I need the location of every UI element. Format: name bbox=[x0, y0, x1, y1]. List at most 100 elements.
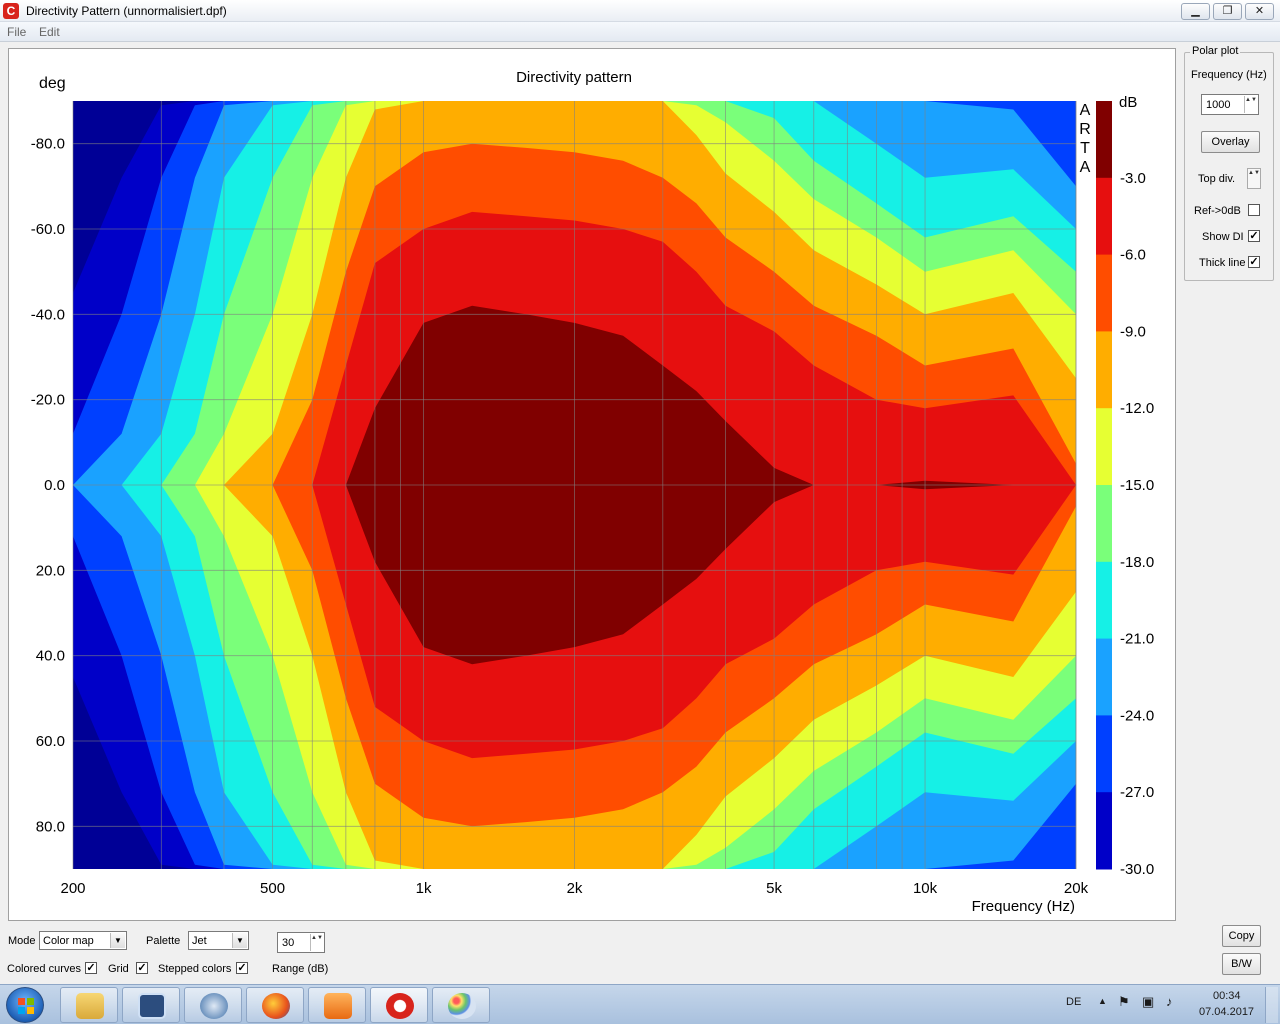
mode-label: Mode bbox=[8, 935, 36, 947]
thick-line-label: Thick line bbox=[1199, 257, 1246, 269]
start-button[interactable] bbox=[6, 987, 44, 1023]
palette-value: Jet bbox=[192, 935, 207, 947]
y-tick-label: -80.0 bbox=[31, 136, 65, 153]
menu-file[interactable]: File bbox=[7, 25, 26, 39]
media-player-icon bbox=[324, 993, 352, 1019]
y-tick-label: 80.0 bbox=[36, 818, 65, 835]
thunderbird-icon bbox=[200, 993, 228, 1019]
taskbar: DE ▲ ⚑ ▣ ♪ 00:34 07.04.2017 bbox=[0, 984, 1280, 1024]
arta-icon bbox=[386, 993, 414, 1019]
frequency-spin-arrows-icon[interactable]: ▲▼ bbox=[1244, 96, 1257, 113]
colorbar-swatch bbox=[1096, 101, 1112, 179]
colorbar-swatch bbox=[1096, 715, 1112, 793]
language-indicator[interactable]: DE bbox=[1066, 996, 1081, 1008]
frequency-label: Frequency (Hz) bbox=[1191, 69, 1267, 81]
title-bar: C Directivity Pattern (unnormalisiert.dp… bbox=[0, 0, 1280, 22]
colorbar-tick-label: -15.0 bbox=[1120, 477, 1154, 494]
x-tick-label: 500 bbox=[260, 880, 285, 897]
colorbar-tick-label: -18.0 bbox=[1120, 554, 1154, 571]
network-icon[interactable]: ▣ bbox=[1142, 994, 1154, 1010]
frequency-value: 1000 bbox=[1206, 99, 1231, 111]
colorbar-swatch bbox=[1096, 177, 1112, 256]
range-value: 30 bbox=[282, 937, 295, 949]
taskbar-arta[interactable] bbox=[370, 987, 428, 1023]
firefox-icon bbox=[262, 993, 290, 1019]
top-div-spinner[interactable]: ▲▼ bbox=[1247, 168, 1261, 189]
minimize-button[interactable]: ▁ bbox=[1181, 3, 1210, 20]
taskbar-explorer[interactable] bbox=[60, 987, 118, 1023]
close-button[interactable]: ✕ bbox=[1245, 3, 1274, 20]
x-tick-label: 20k bbox=[1064, 880, 1089, 897]
colorbar-tick-label: -27.0 bbox=[1120, 784, 1154, 801]
menu-edit[interactable]: Edit bbox=[39, 25, 60, 39]
y-tick-label: 60.0 bbox=[36, 733, 65, 750]
y-tick-label: -60.0 bbox=[31, 221, 65, 238]
ref-0db-checkbox[interactable] bbox=[1248, 204, 1260, 216]
clock-time[interactable]: 00:34 bbox=[1213, 990, 1241, 1002]
y-tick-label: 40.0 bbox=[36, 648, 65, 665]
y-tick-label: -20.0 bbox=[31, 392, 65, 409]
watermark-letter: T bbox=[1080, 140, 1090, 157]
watermark-letter: R bbox=[1079, 121, 1091, 138]
range-spin-arrows-icon[interactable]: ▲▼ bbox=[310, 934, 323, 951]
colorbar-tick-label: -21.0 bbox=[1120, 631, 1154, 648]
colored-curves-label: Colored curves bbox=[7, 963, 81, 975]
chevron-down-icon[interactable]: ▼ bbox=[232, 933, 247, 948]
taskbar-paint[interactable] bbox=[432, 987, 490, 1023]
x-tick-label: 1k bbox=[416, 880, 432, 897]
taskbar-firefox[interactable] bbox=[246, 987, 304, 1023]
x-tick-label: 2k bbox=[567, 880, 583, 897]
colorbar-swatch bbox=[1096, 561, 1112, 640]
bw-button[interactable]: B/W bbox=[1222, 953, 1261, 975]
colorbar-swatch bbox=[1096, 408, 1112, 486]
action-center-flag-icon[interactable]: ⚑ bbox=[1118, 994, 1130, 1010]
chart-title: Directivity pattern bbox=[516, 69, 632, 86]
colored-curves-checkbox[interactable]: ✓ bbox=[85, 962, 97, 974]
grid-checkbox[interactable]: ✓ bbox=[136, 962, 148, 974]
colorbar-tick-label: -12.0 bbox=[1120, 400, 1154, 417]
y-tick-label: 0.0 bbox=[44, 477, 65, 494]
stepped-colors-checkbox[interactable]: ✓ bbox=[236, 962, 248, 974]
mode-select[interactable]: Color map ▼ bbox=[39, 931, 127, 950]
window-title: Directivity Pattern (unnormalisiert.dpf) bbox=[26, 4, 227, 18]
range-spinbox[interactable]: 30 ▲▼ bbox=[277, 932, 325, 953]
show-di-checkbox[interactable]: ✓ bbox=[1248, 230, 1260, 242]
mode-value: Color map bbox=[43, 935, 94, 947]
colorbar-tick-label: -3.0 bbox=[1120, 170, 1146, 187]
colorbar-tick-label: -6.0 bbox=[1120, 247, 1146, 264]
watermark-letter: A bbox=[1080, 102, 1091, 119]
polar-plot-group bbox=[1184, 52, 1274, 281]
colorbar-swatch bbox=[1096, 254, 1112, 332]
watermark-letter: A bbox=[1080, 159, 1091, 176]
arta-app-icon[interactable]: C bbox=[3, 3, 19, 19]
colorbar-swatch bbox=[1096, 485, 1112, 563]
chevron-down-icon[interactable]: ▼ bbox=[110, 933, 125, 948]
palette-label: Palette bbox=[146, 935, 181, 947]
maximize-button[interactable]: ❐ bbox=[1213, 3, 1242, 20]
tray-expand-icon[interactable]: ▲ bbox=[1098, 996, 1107, 1006]
colorbar-tick-label: -30.0 bbox=[1120, 861, 1154, 878]
palette-select[interactable]: Jet ▼ bbox=[188, 931, 249, 950]
colorbar-swatch bbox=[1096, 331, 1112, 409]
taskbar-thunderbird[interactable] bbox=[184, 987, 242, 1023]
colorbar-swatch bbox=[1096, 638, 1112, 716]
colorbar-unit-label: dB bbox=[1119, 94, 1137, 111]
volume-icon[interactable]: ♪ bbox=[1166, 994, 1173, 1009]
grid-label: Grid bbox=[108, 963, 129, 975]
y-axis-label: deg bbox=[39, 75, 66, 92]
taskbar-media-player[interactable] bbox=[308, 987, 366, 1023]
arta-steps-icon bbox=[138, 993, 166, 1019]
x-tick-label: 5k bbox=[766, 880, 782, 897]
copy-button[interactable]: Copy bbox=[1222, 925, 1261, 947]
thick-line-checkbox[interactable]: ✓ bbox=[1248, 256, 1260, 268]
frequency-spinbox[interactable]: 1000 ▲▼ bbox=[1201, 94, 1259, 115]
folder-icon bbox=[76, 993, 104, 1019]
polar-plot-group-title: Polar plot bbox=[1190, 45, 1241, 57]
x-axis-label: Frequency (Hz) bbox=[972, 898, 1075, 915]
taskbar-steps[interactable] bbox=[122, 987, 180, 1023]
stepped-colors-label: Stepped colors bbox=[158, 963, 232, 975]
clock-date[interactable]: 07.04.2017 bbox=[1199, 1006, 1254, 1018]
overlay-button[interactable]: Overlay bbox=[1201, 131, 1260, 153]
show-desktop-button[interactable] bbox=[1265, 987, 1278, 1023]
colorbar-tick-label: -9.0 bbox=[1120, 323, 1146, 340]
